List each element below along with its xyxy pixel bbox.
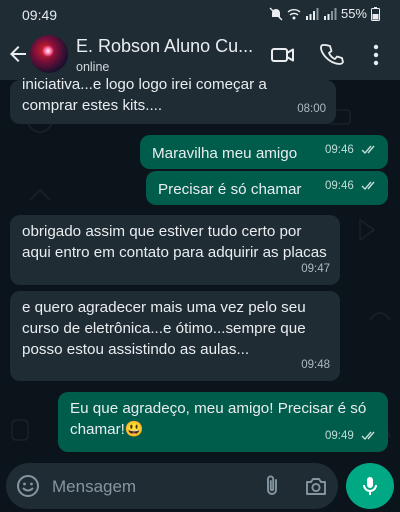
message-time: 08:00 [297,103,326,115]
more-options-icon[interactable] [363,42,389,68]
message-text: obrigado assim que estiver tudo certo po… [22,223,327,261]
message-input[interactable] [50,463,254,511]
message-time: 09:46 [325,144,354,156]
signal-icon-2 [323,7,337,20]
message-meta: 09:46 [325,176,378,197]
message-text: e quero agradecer mais uma vez pelo seu … [22,299,306,358]
message-time: 09:48 [301,359,330,371]
message-time: 09:46 [325,180,354,192]
message-outgoing[interactable]: Eu que agradeço, meu amigo! Precisar é s… [58,392,388,452]
video-call-icon[interactable] [270,42,296,68]
contact-status: online [76,60,110,74]
double-check-icon [361,146,375,155]
signal-icon [305,7,319,20]
message-outgoing[interactable]: Precisar é só chamar 09:46 [146,171,388,205]
message-time: 09:49 [325,430,354,442]
message-text: iniciativa...e logo logo irei começar a … [22,76,267,114]
mic-icon [363,477,377,495]
message-meta: 09:49 [325,426,378,447]
message-time: 09:47 [301,263,330,275]
double-check-icon [361,432,375,441]
message-incoming[interactable]: iniciativa...e logo logo irei começar a … [10,76,336,124]
do-not-disturb-icon [269,7,283,20]
mic-button[interactable] [346,463,394,509]
battery-icon [371,6,380,21]
wifi-icon [287,8,301,19]
message-outgoing[interactable]: Maravilha meu amigo 09:46 [140,135,388,169]
back-arrow-icon[interactable] [6,42,30,66]
phone-call-icon[interactable] [320,42,346,68]
avatar[interactable] [30,35,68,73]
message-incoming[interactable]: e quero agradecer mais uma vez pelo seu … [10,291,340,381]
status-time: 09:49 [22,7,58,23]
contact-name[interactable]: E. Robson Aluno Cu... [76,36,256,57]
chat-header: E. Robson Aluno Cu... online [0,30,400,80]
battery-percent: 55% [340,6,367,21]
emoji-icon[interactable] [16,474,40,498]
message-incoming[interactable]: obrigado assim que estiver tudo certo po… [10,215,340,285]
status-bar: 09:49 55% [0,0,400,30]
camera-icon[interactable] [304,474,328,498]
status-icons: 55% [269,6,380,21]
attach-icon[interactable] [260,474,284,498]
message-meta: 09:46 [325,140,378,161]
message-composer [6,463,338,511]
double-check-icon [361,182,375,191]
